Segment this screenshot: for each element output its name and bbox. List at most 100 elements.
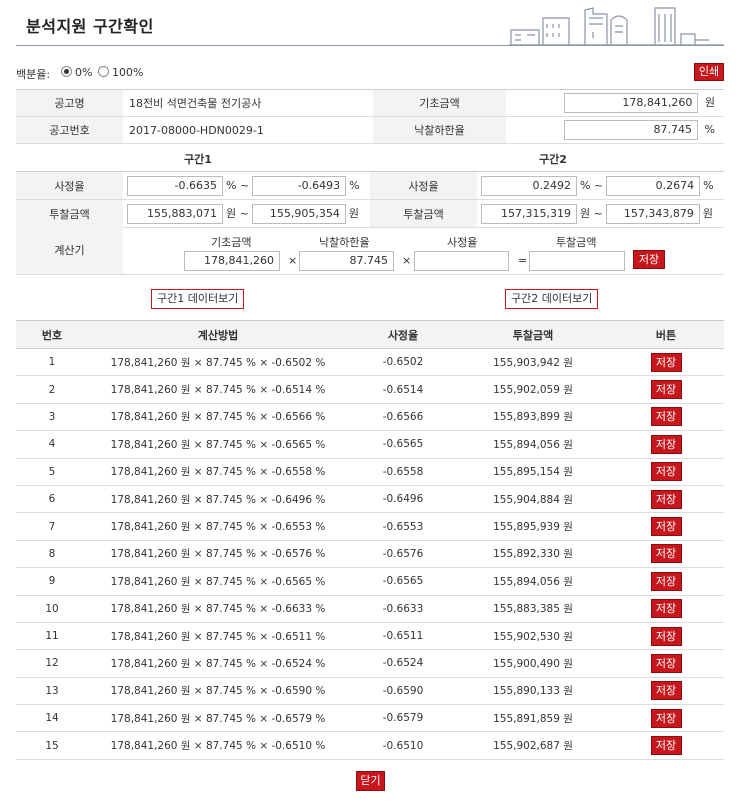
calc-equals: = xyxy=(518,254,528,267)
row-button-cell: 저장 xyxy=(608,348,724,377)
percent-100-label: 100% xyxy=(112,66,144,79)
row-save-button[interactable]: 저장 xyxy=(650,489,682,509)
range1-rate-from-unit: % ~ xyxy=(226,178,250,192)
row-bid: 155,893,899 원 xyxy=(458,403,608,432)
row-save-button[interactable]: 저장 xyxy=(650,571,682,591)
row-method: 178,841,260 원 × 87.745 % × -0.6579 % xyxy=(88,704,348,733)
close-button[interactable]: 닫기 xyxy=(356,771,385,791)
row-button-cell: 저장 xyxy=(608,595,724,623)
range2-rate-to[interactable]: 0.2674 xyxy=(606,175,701,196)
range1-rate-from[interactable]: -0.6635 xyxy=(127,175,223,196)
table-row: 12 178,841,260 원 × 87.745 % × -0.6524 % -0… xyxy=(16,649,724,678)
lower-rate-field[interactable]: 87.745 xyxy=(564,120,699,140)
calculator: 계산기 기초금액 낙찰하한율 사정율 투찰금액 178,841,260 × 87… xyxy=(16,227,724,275)
range1-bid-label: 투찰금액 xyxy=(16,199,123,228)
base-amount-label: 기초금액 xyxy=(373,89,506,117)
table-row: 5 178,841,260 원 × 87.745 % × -0.6558 % -0.… xyxy=(16,458,724,486)
row-no: 7 xyxy=(16,512,88,541)
calc-rate-input[interactable]: 87.745 xyxy=(299,251,394,271)
row-save-button[interactable]: 저장 xyxy=(650,681,682,701)
calc-save-button[interactable]: 저장 xyxy=(633,250,665,269)
row-method: 178,841,260 원 × 87.745 % × -0.6590 % xyxy=(88,677,348,706)
table-row: 10 178,841,260 원 × 87.745 % × -0.6633 % -0… xyxy=(16,595,724,623)
row-bid: 155,891,859 원 xyxy=(458,704,608,733)
row-save-button[interactable]: 저장 xyxy=(650,380,682,400)
row-button-cell: 저장 xyxy=(608,622,724,651)
row-bid: 155,890,133 원 xyxy=(458,677,608,706)
table-row: 14 178,841,260 원 × 87.745 % × -0.6579 % -0… xyxy=(16,704,724,733)
page-header: 분석지원 구간확인 xyxy=(16,0,724,46)
row-bid: 155,883,385 원 xyxy=(458,595,608,623)
print-button[interactable]: 인쇄 xyxy=(694,63,724,81)
calc-bid-input[interactable] xyxy=(529,251,625,271)
row-no: 9 xyxy=(16,567,88,596)
row-method: 178,841,260 원 × 87.745 % × -0.6510 % xyxy=(88,731,348,760)
table-row: 6 178,841,260 원 × 87.745 % × -0.6496 % -0.… xyxy=(16,485,724,514)
row-save-button[interactable]: 저장 xyxy=(650,462,682,482)
percent-0-radio[interactable] xyxy=(61,66,72,77)
table-row: 1 178,841,260 원 × 87.745 % × -0.6502 % -0.… xyxy=(16,348,724,377)
range1-rate-to[interactable]: -0.6493 xyxy=(252,175,347,196)
row-save-button[interactable]: 저장 xyxy=(650,708,682,728)
row-save-button[interactable]: 저장 xyxy=(650,736,682,756)
table-row: 15 178,841,260 원 × 87.745 % × -0.6510 % -0… xyxy=(16,731,724,760)
range2-bid-to[interactable]: 157,343,879 xyxy=(605,203,700,224)
row-method: 178,841,260 원 × 87.745 % × -0.6511 % xyxy=(88,622,348,651)
percent-0-label: 0% xyxy=(75,66,93,79)
row-rate: -0.6553 xyxy=(348,512,458,541)
range1-bid-to-unit: 원 xyxy=(348,206,359,220)
row-button-cell: 저장 xyxy=(608,403,724,432)
row-button-cell: 저장 xyxy=(608,540,724,569)
range2-view-button[interactable]: 구간2 데이터보기 xyxy=(505,289,599,309)
calc-base-input[interactable]: 178,841,260 xyxy=(184,251,280,271)
row-no: 13 xyxy=(16,677,88,706)
row-no: 6 xyxy=(16,485,88,514)
row-button-cell: 저장 xyxy=(608,430,724,459)
percent-label: 백분율: xyxy=(16,68,51,81)
row-rate: -0.6558 xyxy=(348,458,458,486)
calc-adj-input[interactable] xyxy=(414,251,509,271)
row-save-button[interactable]: 저장 xyxy=(650,599,682,619)
lower-rate-label: 낙찰하한율 xyxy=(373,116,506,144)
row-no: 8 xyxy=(16,540,88,569)
row-bid: 155,900,490 원 xyxy=(458,649,608,678)
row-rate: -0.6633 xyxy=(348,595,458,623)
row-rate: -0.6566 xyxy=(348,403,458,432)
col-header-bid: 투찰금액 xyxy=(458,320,608,349)
row-save-button[interactable]: 저장 xyxy=(650,517,682,537)
row-bid: 155,904,884 원 xyxy=(458,485,608,514)
row-no: 5 xyxy=(16,458,88,486)
row-save-button[interactable]: 저장 xyxy=(650,626,682,646)
percent-100-radio[interactable] xyxy=(98,66,109,77)
range1-bid-from[interactable]: 155,883,071 xyxy=(127,203,223,224)
range2-bid-from-unit: 원 ~ xyxy=(580,206,603,220)
row-button-cell: 저장 xyxy=(608,704,724,733)
row-rate: -0.6511 xyxy=(348,622,458,651)
row-rate: -0.6576 xyxy=(348,540,458,569)
base-amount-unit: 원 xyxy=(704,96,715,109)
row-bid: 155,895,939 원 xyxy=(458,512,608,541)
row-save-button[interactable]: 저장 xyxy=(650,434,682,454)
row-save-button[interactable]: 저장 xyxy=(650,352,682,372)
range2-rate-from[interactable]: 0.2492 xyxy=(481,175,577,196)
base-amount-field[interactable]: 178,841,260 xyxy=(564,93,699,113)
col-header-button: 버튼 xyxy=(608,320,724,349)
row-save-button[interactable]: 저장 xyxy=(650,653,682,673)
row-save-button[interactable]: 저장 xyxy=(650,544,682,564)
row-button-cell: 저장 xyxy=(608,375,724,404)
range1-view-button[interactable]: 구간1 데이터보기 xyxy=(151,289,245,309)
row-rate: -0.6514 xyxy=(348,375,458,404)
range1-title: 구간1 xyxy=(184,153,212,166)
row-bid: 155,892,330 원 xyxy=(458,540,608,569)
row-no: 12 xyxy=(16,649,88,678)
row-button-cell: 저장 xyxy=(608,677,724,706)
results-table: 번호 계산방법 사정율 투찰금액 버튼 1 178,841,260 원 × 87.… xyxy=(16,320,724,760)
range1-bid-to[interactable]: 155,905,354 xyxy=(251,203,346,224)
range2-rate-label: 사정율 xyxy=(370,171,477,200)
range2-bid-from[interactable]: 157,315,319 xyxy=(481,203,577,224)
row-no: 1 xyxy=(16,348,88,377)
city-skyline-illustration xyxy=(509,7,724,46)
row-rate: -0.6590 xyxy=(348,677,458,706)
row-save-button[interactable]: 저장 xyxy=(650,407,682,427)
row-bid: 155,902,687 원 xyxy=(458,731,608,760)
